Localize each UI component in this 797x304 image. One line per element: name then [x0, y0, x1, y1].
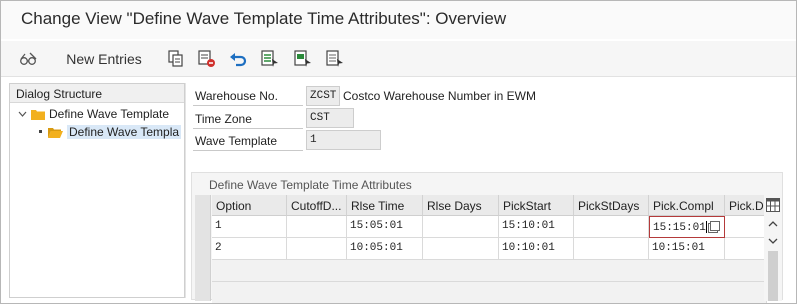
text-cursor [705, 221, 707, 233]
column-header-pick-start-days[interactable]: PickStDays [574, 195, 649, 216]
title-bar: Change View "Define Wave Template Time A… [1, 1, 796, 39]
deselect-all-icon[interactable] [324, 48, 346, 70]
table-row-empty[interactable] [212, 282, 767, 303]
application-toolbar: New Entries [1, 41, 796, 77]
table-cell-option[interactable]: 1 [212, 216, 287, 238]
sap-window: Change View "Define Wave Template Time A… [0, 0, 797, 304]
wave-template-field[interactable]: 1 [306, 130, 381, 150]
window-title: Change View "Define Wave Template Time A… [21, 9, 507, 28]
scroll-up-icon[interactable] [766, 217, 780, 231]
column-header-release-days[interactable]: Rlse Days [423, 195, 499, 216]
table-cell-pick-complete-active[interactable]: 15:15:01 [649, 216, 725, 238]
warehouse-no-description: Costco Warehouse Number in EWM [343, 89, 536, 103]
wave-template-label: Wave Template [193, 131, 303, 151]
column-header-pick-days[interactable]: Pick.Da [725, 195, 767, 216]
table-vertical-scrollbar[interactable] [764, 195, 782, 301]
table-cell-pick-start-days[interactable] [574, 216, 649, 238]
copy-icon[interactable] [165, 48, 187, 70]
tree-item-define-wave-template-time-attributes[interactable]: Define Wave Templa [36, 123, 182, 141]
bullet-icon [36, 130, 46, 134]
undo-icon[interactable] [227, 48, 249, 70]
panel-splitter[interactable] [185, 83, 189, 298]
table-caption: Define Wave Template Time Attributes [209, 178, 412, 192]
tree-item-label: Define Wave Templa [67, 125, 182, 139]
table-cell-release-time[interactable]: 10:05:01 [347, 238, 423, 260]
table-row-empty[interactable] [212, 260, 767, 282]
table-cell-pick-complete[interactable]: 10:15:01 [649, 238, 725, 260]
table-cell-release-days[interactable] [423, 238, 499, 260]
table-cell-option[interactable]: 2 [212, 238, 287, 260]
table-cell-pick-start[interactable]: 15:10:01 [499, 216, 574, 238]
value-help-icon[interactable] [708, 221, 720, 233]
column-header-cutoff-days[interactable]: CutoffD... [287, 195, 347, 216]
expand-caret-icon[interactable] [16, 111, 28, 117]
table-settings-icon[interactable] [766, 198, 780, 212]
dialog-structure-panel: Dialog Structure Define Wave Template De… [9, 83, 185, 298]
column-header-release-time[interactable]: Rlse Time [347, 195, 423, 216]
table-cell-cutoff-days[interactable] [287, 216, 347, 238]
tree-item-define-wave-template[interactable]: Define Wave Template [16, 105, 169, 123]
column-header-option[interactable]: Option [212, 195, 287, 216]
column-header-pick-start[interactable]: PickStart [499, 195, 574, 216]
select-block-icon[interactable] [292, 48, 314, 70]
display-change-icon[interactable] [17, 48, 41, 70]
tree-item-label: Define Wave Template [49, 107, 170, 121]
table-cell-release-days[interactable] [423, 216, 499, 238]
time-attributes-table: Define Wave Template Time Attributes Opt… [191, 172, 783, 303]
new-entries-button[interactable]: New Entries [61, 48, 147, 70]
select-all-icon[interactable] [259, 48, 281, 70]
new-entries-label: New Entries [66, 51, 142, 67]
folder-icon [31, 109, 45, 120]
column-header-pick-complete[interactable]: Pick.Compl [649, 195, 725, 216]
warehouse-no-field[interactable]: ZCST [306, 86, 340, 106]
warehouse-no-label: Warehouse No. [193, 86, 303, 106]
table-grid: Option CutoffD... Rlse Time Rlse Days Pi… [195, 195, 767, 303]
scrollbar-thumb[interactable] [768, 251, 778, 301]
row-selector-column[interactable] [195, 195, 211, 301]
table-cell-release-time[interactable]: 15:05:01 [347, 216, 423, 238]
time-zone-label: Time Zone [193, 109, 303, 129]
table-cell-pick-days[interactable] [725, 216, 767, 238]
table-cell-pick-days[interactable] [725, 238, 767, 260]
open-folder-icon [48, 127, 63, 138]
scroll-down-icon[interactable] [766, 234, 780, 248]
delete-icon[interactable] [196, 48, 218, 70]
table-cell-pick-start-days[interactable] [574, 238, 649, 260]
table-cell-cutoff-days[interactable] [287, 238, 347, 260]
dialog-structure-header: Dialog Structure [10, 84, 184, 103]
header-fields: Warehouse No. ZCST Costco Warehouse Numb… [191, 83, 791, 163]
active-cell-value: 15:15:01 [653, 221, 706, 234]
table-cell-pick-start[interactable]: 10:10:01 [499, 238, 574, 260]
time-zone-field[interactable]: CST [306, 108, 354, 128]
